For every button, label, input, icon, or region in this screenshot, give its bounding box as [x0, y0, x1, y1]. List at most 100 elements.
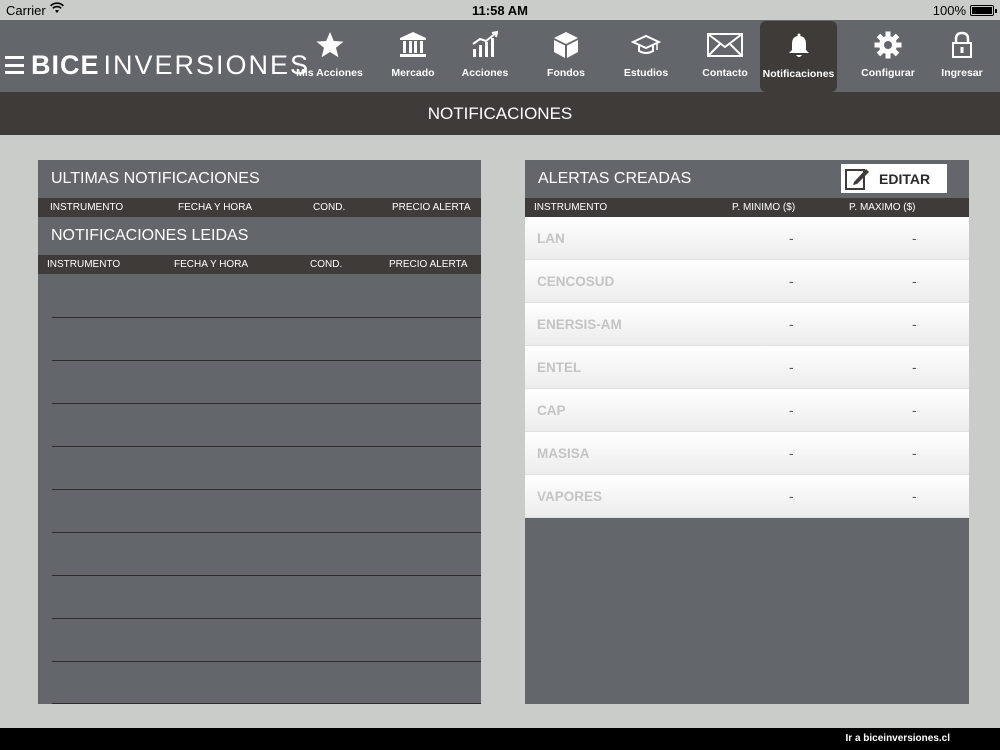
nav-item-fondos[interactable]: Fondos: [538, 20, 594, 92]
battery-percent: 100%: [932, 3, 966, 18]
bank-icon: [383, 30, 443, 64]
bell-icon: [760, 31, 837, 65]
alert-row-entel[interactable]: ENTEL - -: [525, 346, 969, 389]
pencil-icon: [841, 164, 873, 193]
nav-label: Ingresar: [941, 67, 983, 79]
chart-icon: [456, 30, 514, 64]
alert-row-vapores[interactable]: VAPORES - -: [525, 475, 969, 518]
nav-item-acciones[interactable]: Acciones: [456, 20, 514, 92]
empty-row-divider: [52, 403, 481, 404]
lock-icon: [935, 30, 989, 64]
alert-max: -: [912, 316, 917, 332]
nav-label: Fondos: [547, 67, 585, 79]
nav-label: Estudios: [623, 67, 669, 79]
alert-row-cap[interactable]: CAP - -: [525, 389, 969, 432]
alert-min: -: [789, 488, 794, 504]
alert-max: -: [912, 402, 917, 418]
nav-item-mercado[interactable]: Mercado: [383, 20, 443, 92]
alert-min: -: [789, 316, 794, 332]
empty-row-divider: [52, 446, 481, 447]
column-instrumento: INSTRUMENTO: [534, 202, 608, 213]
battery-icon: [970, 5, 997, 16]
nav-label: Acciones: [461, 67, 509, 79]
alert-max: -: [912, 273, 917, 289]
alert-max: -: [912, 488, 917, 504]
column-p-minimo: P. MINIMO ($): [732, 202, 796, 213]
nav-label: Mis Acciones: [296, 67, 363, 79]
alerts-panel: ALERTAS CREADAS EDITAR INSTRUMENTO P. MI…: [525, 160, 969, 704]
website-link[interactable]: Ir a biceinversiones.cl: [846, 733, 951, 744]
nav-item-contacto[interactable]: Contacto: [696, 20, 754, 92]
alert-instrument: CAP: [537, 403, 566, 418]
envelope-icon: [696, 30, 754, 64]
alerts-list: LAN - - CENCOSUD - - ENERSIS-AM - - ENTE…: [525, 217, 969, 518]
empty-row-divider: [52, 661, 481, 662]
alert-row-masisa[interactable]: MASISA - -: [525, 432, 969, 475]
nav-item-notificaciones[interactable]: Notificaciones: [760, 21, 837, 92]
alert-instrument: CENCOSUD: [537, 274, 615, 289]
alert-instrument: LAN: [537, 231, 565, 246]
alert-min: -: [789, 402, 794, 418]
footer-bar: Ir a biceinversiones.cl: [0, 728, 1000, 750]
nav-item-configurar[interactable]: Configurar: [856, 20, 920, 92]
edit-button-label: EDITAR: [879, 170, 931, 187]
alert-min: -: [789, 359, 794, 375]
gear-icon: [856, 30, 920, 64]
alert-instrument: MASISA: [537, 446, 590, 461]
ultimas-notificaciones-title: ULTIMAS NOTIFICACIONES: [51, 170, 260, 187]
alerts-column-header: INSTRUMENTO P. MINIMO ($) P. MAXIMO ($): [525, 198, 969, 217]
alertas-creadas-title: ALERTAS CREADAS: [538, 170, 692, 187]
nav-item-mis-acciones[interactable]: Mis Acciones: [292, 20, 367, 92]
alert-min: -: [789, 445, 794, 461]
nav-label: Mercado: [391, 67, 435, 79]
leidas-column-header: INSTRUMENTO FECHA Y HORA COND. PRECIO AL…: [38, 255, 481, 274]
alert-instrument: ENERSIS-AM: [537, 317, 622, 332]
column-instrumento: INSTRUMENTO: [50, 202, 124, 213]
battery-fill: [972, 7, 992, 14]
empty-row-divider: [52, 703, 481, 704]
alert-row-lan[interactable]: LAN - -: [525, 217, 969, 260]
alertas-creadas-title-bar: ALERTAS CREADAS EDITAR: [525, 160, 969, 198]
column-fecha-hora: FECHA Y HORA: [178, 202, 253, 213]
brand-logo[interactable]: BICE INVERSIONES: [5, 50, 310, 80]
nav-label: Configurar: [861, 67, 915, 79]
column-fecha-hora: FECHA Y HORA: [174, 259, 249, 270]
empty-row-divider: [52, 532, 481, 533]
empty-row-divider: [52, 575, 481, 576]
alert-instrument: ENTEL: [537, 360, 582, 375]
graduation-cap-icon: [617, 30, 675, 64]
empty-row-divider: [52, 489, 481, 490]
empty-row-divider: [52, 317, 481, 318]
brand-light: INVERSIONES: [103, 49, 311, 80]
nav-label: Contacto: [702, 67, 748, 79]
column-instrumento: INSTRUMENTO: [47, 259, 121, 270]
menu-icon[interactable]: [5, 56, 24, 74]
alert-min: -: [789, 273, 794, 289]
alert-row-cencosud[interactable]: CENCOSUD - -: [525, 260, 969, 303]
column-cond: COND.: [313, 202, 346, 213]
column-precio-alerta: PRECIO ALERTA: [392, 202, 471, 213]
star-icon: [292, 30, 367, 64]
nav-item-ingresar[interactable]: Ingresar: [935, 20, 989, 92]
clock: 11:58 AM: [472, 3, 528, 18]
alert-row-enersis-am[interactable]: ENERSIS-AM - -: [525, 303, 969, 346]
alert-max: -: [912, 445, 917, 461]
nav-item-estudios[interactable]: Estudios: [617, 20, 675, 92]
nav-label: Notificaciones: [762, 68, 835, 80]
status-bar: Carrier 11:58 AM 100%: [0, 0, 1000, 20]
notificaciones-leidas-title: NOTIFICACIONES LEIDAS: [51, 227, 249, 244]
alert-max: -: [912, 359, 917, 375]
empty-row-divider: [52, 360, 481, 361]
brand-bold: BICE: [31, 49, 100, 80]
column-precio-alerta: PRECIO ALERTA: [389, 259, 468, 270]
page-title: NOTIFICACIONES: [0, 92, 1000, 135]
ultimas-column-header: INSTRUMENTO FECHA Y HORA COND. PRECIO AL…: [38, 198, 481, 217]
column-p-maximo: P. MAXIMO ($): [849, 202, 916, 213]
alert-max: -: [912, 230, 917, 246]
alert-min: -: [789, 230, 794, 246]
alert-instrument: VAPORES: [537, 489, 603, 504]
box-icon: [538, 30, 594, 64]
column-cond: COND.: [310, 259, 343, 270]
empty-row-divider: [52, 618, 481, 619]
edit-button[interactable]: EDITAR: [841, 164, 947, 193]
